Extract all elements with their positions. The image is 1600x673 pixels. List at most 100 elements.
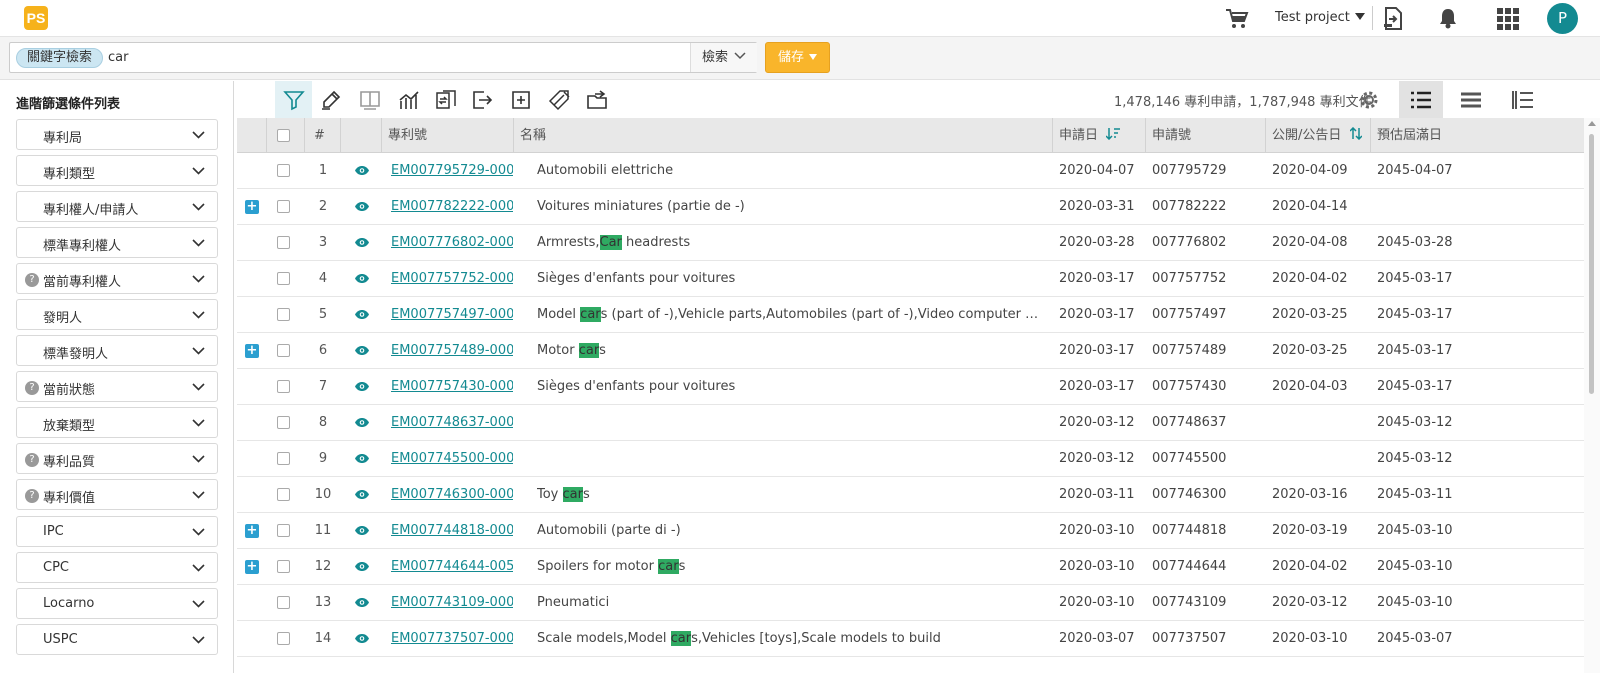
eye-icon[interactable] — [354, 525, 370, 536]
filter-dropdown[interactable]: 標準發明人 — [16, 335, 218, 366]
header-patent-no[interactable]: 專利號 — [382, 118, 514, 153]
compact-view-button[interactable] — [1449, 81, 1493, 118]
row-checkbox[interactable] — [277, 560, 290, 573]
table-row[interactable]: 1 EM007795729-0001 Automobili elettriche 20… — [237, 153, 1584, 189]
row-checkbox[interactable] — [277, 488, 290, 501]
row-checkbox[interactable] — [277, 380, 290, 393]
patent-number-link[interactable]: EM007744644-0059 — [391, 549, 513, 585]
eye-icon[interactable] — [354, 381, 370, 392]
filter-dropdown[interactable]: 專利價值? — [16, 479, 218, 510]
search-button[interactable]: 檢索 — [690, 43, 757, 72]
settings-button[interactable] — [1347, 81, 1391, 118]
filter-dropdown[interactable]: 專利局 — [16, 119, 218, 150]
filter-dropdown[interactable]: 當前專利權人? — [16, 263, 218, 294]
scroll-up-arrow[interactable] — [1588, 121, 1596, 126]
eye-icon[interactable] — [354, 165, 370, 176]
help-icon[interactable]: ? — [25, 453, 39, 467]
table-row[interactable]: 14 EM007737507-0001 Scale models,Model car… — [237, 621, 1584, 657]
chart-tool-button[interactable] — [390, 81, 427, 118]
save-button[interactable]: 儲存 — [765, 42, 830, 73]
cart-icon[interactable] — [1225, 8, 1249, 30]
patent-number-link[interactable]: EM007748637-0001 — [391, 405, 513, 441]
compare-tool-button[interactable] — [427, 81, 464, 118]
table-row[interactable]: 13 EM007743109-0001 Pneumatici 2020-03-10 00… — [237, 585, 1584, 621]
patent-number-link[interactable]: EM007776802-0006 — [391, 225, 513, 261]
select-all-checkbox[interactable] — [277, 129, 290, 142]
patent-number-link[interactable]: EM007743109-0001 — [391, 585, 513, 621]
header-app-no[interactable]: 申請號 — [1146, 118, 1266, 153]
scroll-thumb[interactable] — [1589, 134, 1594, 394]
filter-dropdown[interactable]: 當前狀態? — [16, 371, 218, 402]
eye-icon[interactable] — [354, 489, 370, 500]
header-title[interactable]: 名稱 — [514, 118, 1053, 153]
eye-icon[interactable] — [354, 597, 370, 608]
eye-icon[interactable] — [354, 345, 370, 356]
help-icon[interactable]: ? — [25, 273, 39, 287]
project-selector[interactable]: Test project — [1275, 10, 1365, 25]
search-mode-tag[interactable]: 關鍵字檢索 — [16, 48, 104, 68]
row-checkbox[interactable] — [277, 308, 290, 321]
filter-dropdown[interactable]: 標準專利權人 — [16, 227, 218, 258]
user-avatar[interactable]: P — [1547, 3, 1578, 34]
patent-number-link[interactable]: EM007757489-0004 — [391, 333, 513, 369]
row-checkbox[interactable] — [277, 416, 290, 429]
eye-icon[interactable] — [354, 453, 370, 464]
table-row[interactable]: 3 EM007776802-0006 Armrests,Car headrests 2… — [237, 225, 1584, 261]
filter-dropdown[interactable]: USPC — [16, 624, 218, 655]
table-row[interactable]: +11 EM007744818-0002 Automobili (parte di … — [237, 513, 1584, 549]
filter-tool-button[interactable] — [275, 81, 312, 118]
eye-icon[interactable] — [354, 237, 370, 248]
filter-dropdown[interactable]: CPC — [16, 552, 218, 583]
help-icon[interactable]: ? — [25, 489, 39, 503]
expand-row-button[interactable]: + — [245, 524, 259, 538]
row-checkbox[interactable] — [277, 272, 290, 285]
filter-dropdown[interactable]: 專利類型 — [16, 155, 218, 186]
row-checkbox[interactable] — [277, 596, 290, 609]
table-row[interactable]: 10 EM007746300-0001 Toy cars 2020-03-11 0077… — [237, 477, 1584, 513]
help-icon[interactable]: ? — [25, 381, 39, 395]
folder-export-tool-button[interactable] — [578, 81, 615, 118]
header-pub-date[interactable]: 公開/公告日 — [1266, 118, 1371, 153]
split-view-tool-button[interactable] — [351, 81, 388, 118]
search-input[interactable]: 關鍵字檢索 car 檢索 — [9, 42, 757, 73]
eye-icon[interactable] — [354, 273, 370, 284]
row-checkbox[interactable] — [277, 164, 290, 177]
row-checkbox[interactable] — [277, 524, 290, 537]
filter-dropdown[interactable]: 專利權人/申請人 — [16, 191, 218, 222]
patent-number-link[interactable]: EM007757497-0001 — [391, 297, 513, 333]
table-row[interactable]: 8 EM007748637-0001 2020-03-12 007748637 2045… — [237, 405, 1584, 441]
export-doc-icon[interactable] — [1383, 7, 1403, 34]
row-checkbox[interactable] — [277, 236, 290, 249]
table-row[interactable]: +12 EM007744644-0059 Spoilers for motor ca… — [237, 549, 1584, 585]
table-row[interactable]: 5 EM007757497-0001 Model cars (part of -),… — [237, 297, 1584, 333]
bell-icon[interactable] — [1438, 7, 1458, 33]
filter-dropdown[interactable]: Locarno — [16, 588, 218, 619]
eye-icon[interactable] — [354, 201, 370, 212]
table-row[interactable]: +6 EM007757489-0004 Motor cars 2020-03-17 00… — [237, 333, 1584, 369]
patent-number-link[interactable]: EM007757752-0001 — [391, 261, 513, 297]
row-checkbox[interactable] — [277, 452, 290, 465]
sort-toggle-icon[interactable] — [1349, 126, 1363, 141]
eye-icon[interactable] — [354, 561, 370, 572]
eye-icon[interactable] — [354, 633, 370, 644]
filter-dropdown[interactable]: 發明人 — [16, 299, 218, 330]
table-row[interactable]: +2 EM007782222-0006 Voitures miniatures (p… — [237, 189, 1584, 225]
row-checkbox[interactable] — [277, 344, 290, 357]
table-row[interactable]: 4 EM007757752-0001 Sièges d'enfants pour v… — [237, 261, 1584, 297]
patent-number-link[interactable]: EM007737507-0001 — [391, 621, 513, 657]
table-row[interactable]: 7 EM007757430-0001 Sièges d'enfants pour v… — [237, 369, 1584, 405]
detail-view-button[interactable] — [1501, 81, 1545, 118]
row-checkbox[interactable] — [277, 632, 290, 645]
expand-row-button[interactable]: + — [245, 200, 259, 214]
list-view-button[interactable] — [1399, 81, 1443, 118]
apps-grid-icon[interactable] — [1497, 8, 1519, 34]
patent-number-link[interactable]: EM007745500-0001 — [391, 441, 513, 477]
add-tool-button[interactable] — [502, 81, 539, 118]
patent-number-link[interactable]: EM007744818-0002 — [391, 513, 513, 549]
eye-icon[interactable] — [354, 309, 370, 320]
header-expiry[interactable]: 預估屆滿日 — [1371, 118, 1584, 153]
filter-dropdown[interactable]: 專利品質? — [16, 443, 218, 474]
expand-row-button[interactable]: + — [245, 344, 259, 358]
patent-number-link[interactable]: EM007746300-0001 — [391, 477, 513, 513]
patent-number-link[interactable]: EM007757430-0001 — [391, 369, 513, 405]
